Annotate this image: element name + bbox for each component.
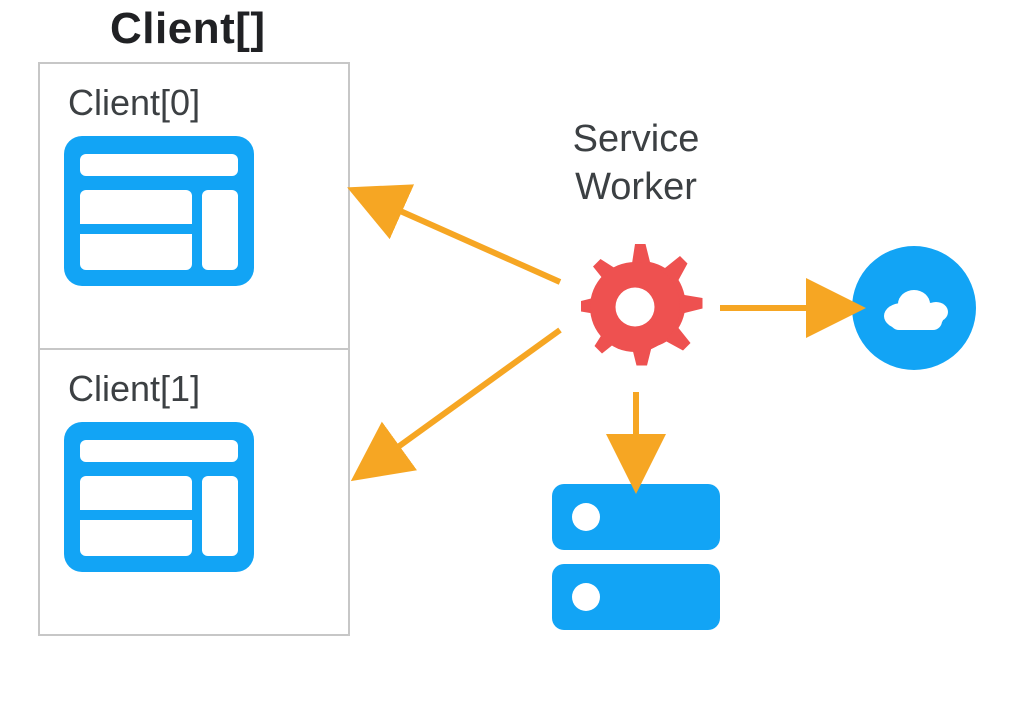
diagram-canvas: Client[] Client[0] Client[1] ServiceWork	[0, 0, 1010, 702]
browser-window-icon	[64, 136, 254, 286]
service-worker-label: ServiceWorker	[526, 116, 746, 211]
clients-group: Client[0] Client[1]	[38, 62, 350, 636]
server-stack-icon	[552, 484, 720, 634]
client-0-box: Client[0]	[38, 62, 350, 350]
client-1-box: Client[1]	[38, 348, 350, 636]
clients-array-title: Client[]	[110, 4, 266, 54]
gear-icon	[560, 232, 710, 382]
arrow-sw-to-client0	[380, 202, 560, 282]
client-0-label: Client[0]	[68, 82, 326, 124]
arrow-sw-to-client1	[380, 330, 560, 460]
client-1-label: Client[1]	[68, 368, 326, 410]
browser-window-icon	[64, 422, 254, 572]
cloud-icon	[852, 246, 976, 370]
